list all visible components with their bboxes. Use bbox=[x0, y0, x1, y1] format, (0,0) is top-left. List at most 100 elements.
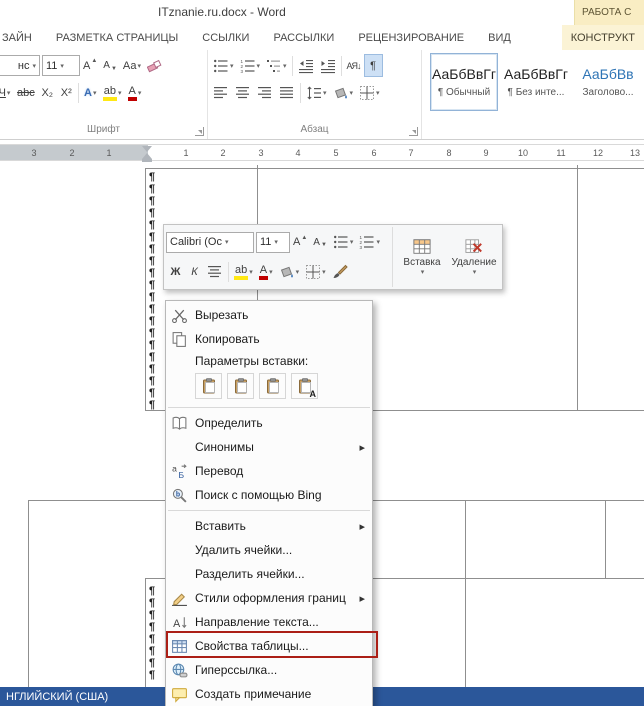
justify-button[interactable] bbox=[276, 81, 298, 104]
mini-bullets-button[interactable] bbox=[330, 231, 357, 254]
first-line-indent-marker[interactable] bbox=[142, 146, 152, 152]
grow-font-button[interactable]: А ▲ bbox=[80, 54, 100, 77]
menu-item-synonyms[interactable]: Синонимы bbox=[166, 435, 372, 459]
mini-format-painter-button[interactable] bbox=[329, 261, 351, 284]
clear-formatting-button[interactable] bbox=[144, 54, 166, 77]
strikethrough-button[interactable]: abc bbox=[14, 81, 38, 104]
mini-shading-button[interactable] bbox=[276, 261, 303, 284]
paste-insert-button[interactable] bbox=[259, 373, 286, 399]
mini-font-size-combo[interactable]: 11 bbox=[256, 231, 290, 253]
shading-button[interactable] bbox=[330, 81, 357, 104]
subscript-button[interactable]: X₂ bbox=[38, 81, 57, 104]
menu-item-copy[interactable]: Копировать bbox=[166, 327, 372, 351]
style-no-spacing[interactable]: АаБбВвГг ¶ Без инте... bbox=[502, 53, 570, 111]
menu-item-search-bing[interactable]: Поиск с помощью Bing bbox=[166, 483, 372, 507]
line-spacing-button[interactable] bbox=[303, 81, 330, 104]
bullets-button[interactable] bbox=[210, 54, 237, 77]
menu-item-border-styles[interactable]: Стили оформления границ bbox=[166, 586, 372, 610]
shrink-font-button[interactable]: А ▼ bbox=[100, 54, 120, 77]
ruler-number: 6 bbox=[371, 148, 377, 158]
tab-table-design[interactable]: КОНСТРУКТ bbox=[561, 25, 644, 50]
ruler-strip: 3 2 1 1 2 3 4 5 6 7 8 9 10 11 12 13 bbox=[0, 144, 644, 162]
border-pen-icon bbox=[171, 590, 188, 607]
font-name-combo[interactable]: нс bbox=[0, 55, 40, 76]
window-title: ITznanie.ru.docx - Word bbox=[158, 5, 286, 19]
decrease-indent-button[interactable] bbox=[295, 54, 317, 77]
mini-bold-button[interactable]: Ж bbox=[166, 261, 185, 284]
mini-borders-button[interactable] bbox=[302, 261, 329, 284]
tab-design[interactable]: ЗАЙН bbox=[0, 25, 44, 50]
left-indent-marker[interactable] bbox=[142, 159, 152, 162]
mini-insert-button[interactable]: Вставка bbox=[396, 227, 448, 287]
hyperlink-globe-icon bbox=[171, 662, 188, 679]
tab-references[interactable]: ССЫЛКИ bbox=[190, 25, 261, 50]
highlight-color-button[interactable]: ab bbox=[100, 81, 125, 104]
menu-item-translate[interactable]: Перевод bbox=[166, 459, 372, 483]
paragraph-group-label: Абзац bbox=[300, 124, 329, 135]
paste-keep-source-button[interactable] bbox=[195, 373, 222, 399]
mini-highlight-button[interactable]: ab bbox=[231, 261, 256, 284]
ruler-number: 11 bbox=[556, 148, 566, 158]
superscript-button[interactable]: X² bbox=[57, 81, 76, 104]
mini-align-center-button[interactable] bbox=[204, 261, 226, 284]
divider bbox=[77, 82, 79, 103]
clipboard-icon bbox=[265, 378, 281, 394]
borders-button[interactable] bbox=[356, 81, 383, 104]
translate-icon bbox=[171, 463, 188, 480]
divider bbox=[291, 55, 293, 76]
tab-mailings[interactable]: РАССЫЛКИ bbox=[261, 25, 346, 50]
menu-item-split-cells[interactable]: Разделить ячейки... bbox=[166, 562, 372, 586]
tab-review[interactable]: РЕЦЕНЗИРОВАНИЕ bbox=[346, 25, 476, 50]
horizontal-ruler[interactable]: 3 2 1 1 2 3 4 5 6 7 8 9 10 11 12 13 bbox=[0, 140, 644, 165]
annotation-highlight-box bbox=[166, 631, 378, 658]
language-indicator[interactable]: НГЛИЙСКИЙ (США) bbox=[6, 691, 108, 703]
show-paragraph-marks-button[interactable]: ¶ bbox=[363, 54, 383, 77]
paste-text-only-button[interactable]: A bbox=[291, 373, 318, 399]
menu-item-define[interactable]: Определить bbox=[166, 411, 372, 435]
mini-grow-font-button[interactable]: А ▲ bbox=[290, 231, 310, 254]
table-gridline bbox=[145, 168, 146, 410]
align-left-button[interactable] bbox=[210, 81, 232, 104]
style-normal[interactable]: АаБбВвГг ¶ Обычный bbox=[430, 53, 498, 111]
ruler-number: 7 bbox=[408, 148, 414, 158]
text-direction-icon bbox=[171, 614, 188, 631]
menu-item-insert[interactable]: Вставить bbox=[166, 514, 372, 538]
mini-italic-button[interactable]: К bbox=[185, 261, 204, 284]
multilevel-list-button[interactable] bbox=[263, 54, 290, 77]
menu-item-delete-cells[interactable]: Удалить ячейки... bbox=[166, 538, 372, 562]
paragraph-dialog-launcher-icon[interactable] bbox=[409, 127, 418, 136]
word-window: ITznanie.ru.docx - Word РАБОТА С ЗАЙН РА… bbox=[0, 0, 644, 706]
text-effects-button[interactable]: А bbox=[81, 81, 100, 104]
ruler-number: 1 bbox=[106, 148, 112, 158]
menu-item-new-comment[interactable]: Создать примечание bbox=[166, 682, 372, 706]
mini-numbering-button[interactable] bbox=[356, 231, 383, 254]
ribbon: нс 11 А▲ А▼ Аа Ч abc X₂ X² А ab А bbox=[0, 50, 644, 140]
book-icon bbox=[171, 415, 188, 432]
menu-item-hyperlink[interactable]: Гиперссылка... bbox=[166, 658, 372, 682]
table-gridline bbox=[145, 168, 644, 169]
clipboard-icon bbox=[233, 378, 249, 394]
paste-merge-formatting-button[interactable] bbox=[227, 373, 254, 399]
tab-view[interactable]: ВИД bbox=[476, 25, 523, 50]
mini-delete-button[interactable]: Удаление bbox=[448, 227, 500, 287]
menu-item-cut[interactable]: Вырезать bbox=[166, 303, 372, 327]
mini-font-color-button[interactable]: А bbox=[256, 261, 276, 284]
numbering-button[interactable] bbox=[237, 54, 264, 77]
mini-font-name-combo[interactable]: Calibri (Ос bbox=[166, 231, 254, 253]
increase-indent-button[interactable] bbox=[317, 54, 339, 77]
title-bar: ITznanie.ru.docx - Word РАБОТА С bbox=[0, 0, 644, 25]
tab-page-layout[interactable]: РАЗМЕТКА СТРАНИЦЫ bbox=[44, 25, 190, 50]
mini-shrink-font-button[interactable]: А ▼ bbox=[310, 231, 330, 254]
font-size-combo[interactable]: 11 bbox=[42, 55, 80, 76]
copy-icon bbox=[171, 331, 188, 348]
sort-button[interactable]: АЯ↓ bbox=[344, 54, 364, 77]
style-heading1[interactable]: АаБбВв Заголово... bbox=[574, 53, 642, 111]
styles-group: АаБбВвГг ¶ Обычный АаБбВвГг ¶ Без инте..… bbox=[422, 50, 644, 139]
font-dialog-launcher-icon[interactable] bbox=[195, 127, 204, 136]
align-right-button[interactable] bbox=[254, 81, 276, 104]
ruler-number: 9 bbox=[483, 148, 489, 158]
align-center-button[interactable] bbox=[232, 81, 254, 104]
change-case-button[interactable]: Аа bbox=[120, 54, 144, 77]
underline-button[interactable]: Ч bbox=[0, 81, 14, 104]
font-color-button[interactable]: А bbox=[125, 81, 145, 104]
